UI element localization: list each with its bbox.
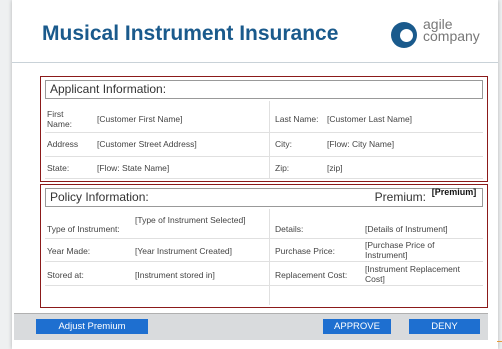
- stored-value: [Instrument stored in]: [135, 270, 215, 280]
- divider: [45, 285, 483, 286]
- purchase-value: [Purchase Price of Instrument]: [365, 240, 435, 260]
- details-value: [Details of Instrument]: [365, 224, 448, 234]
- last-name-label: Last Name:: [275, 114, 319, 124]
- policy-heading: Policy Information:: [50, 190, 149, 204]
- details-label: Details:: [275, 224, 304, 234]
- city-label: City:: [275, 139, 292, 149]
- divider: [45, 261, 483, 262]
- action-bar: Adjust Premium APPROVE DENY: [14, 313, 488, 340]
- state-value: [Flow: State Name]: [97, 163, 170, 173]
- deny-button[interactable]: DENY: [409, 319, 480, 334]
- title-divider: [12, 62, 498, 63]
- zip-label: Zip:: [275, 163, 290, 173]
- logo-mark-icon: [391, 22, 417, 48]
- city-value: [Flow: City Name]: [327, 139, 395, 149]
- logo-line-2: company: [423, 28, 480, 44]
- zip-value: [zip]: [327, 163, 343, 173]
- policy-header: Policy Information: Premium: [Premium]: [45, 188, 483, 207]
- divider: [45, 238, 483, 239]
- divider: [269, 209, 270, 305]
- divider: [45, 178, 483, 179]
- year-label: Year Made:: [47, 246, 91, 256]
- premium-value: [Premium]: [431, 188, 477, 197]
- last-name-value: [Customer Last Name]: [327, 114, 413, 124]
- approve-button[interactable]: APPROVE: [323, 319, 391, 334]
- stored-label: Stored at:: [47, 270, 84, 280]
- year-value: [Year Instrument Created]: [135, 246, 233, 256]
- logo-text: agile company: [423, 17, 480, 44]
- corner-accent: [497, 341, 502, 342]
- purchase-label: Purchase Price:: [275, 246, 335, 256]
- address-value: [Customer Street Address]: [97, 139, 197, 149]
- divider: [45, 132, 483, 133]
- divider: [269, 101, 270, 179]
- adjust-premium-button[interactable]: Adjust Premium: [36, 319, 148, 334]
- type-label: Type of Instrument:: [47, 224, 120, 234]
- replacement-value: [Instrument Replacement Cost]: [365, 264, 460, 284]
- applicant-section: Applicant Information: First Name: [Cust…: [40, 76, 488, 182]
- divider: [45, 156, 483, 157]
- title-bar: Musical Instrument Insurance agile compa…: [12, 0, 498, 62]
- policy-section: Policy Information: Premium: [Premium] T…: [40, 184, 488, 308]
- form-page: Musical Instrument Insurance agile compa…: [12, 0, 498, 349]
- premium-label: Premium:: [374, 190, 426, 204]
- address-label: Address: [47, 139, 79, 149]
- first-name-value: [Customer First Name]: [97, 114, 183, 124]
- first-name-label: First Name:: [47, 109, 73, 129]
- state-label: State:: [47, 163, 70, 173]
- type-value: [Type of Instrument Selected]: [135, 215, 246, 225]
- company-logo: agile company: [391, 17, 491, 52]
- page-title: Musical Instrument Insurance: [42, 22, 339, 45]
- replacement-label: Replacement Cost:: [275, 270, 348, 280]
- applicant-heading: Applicant Information:: [45, 80, 483, 99]
